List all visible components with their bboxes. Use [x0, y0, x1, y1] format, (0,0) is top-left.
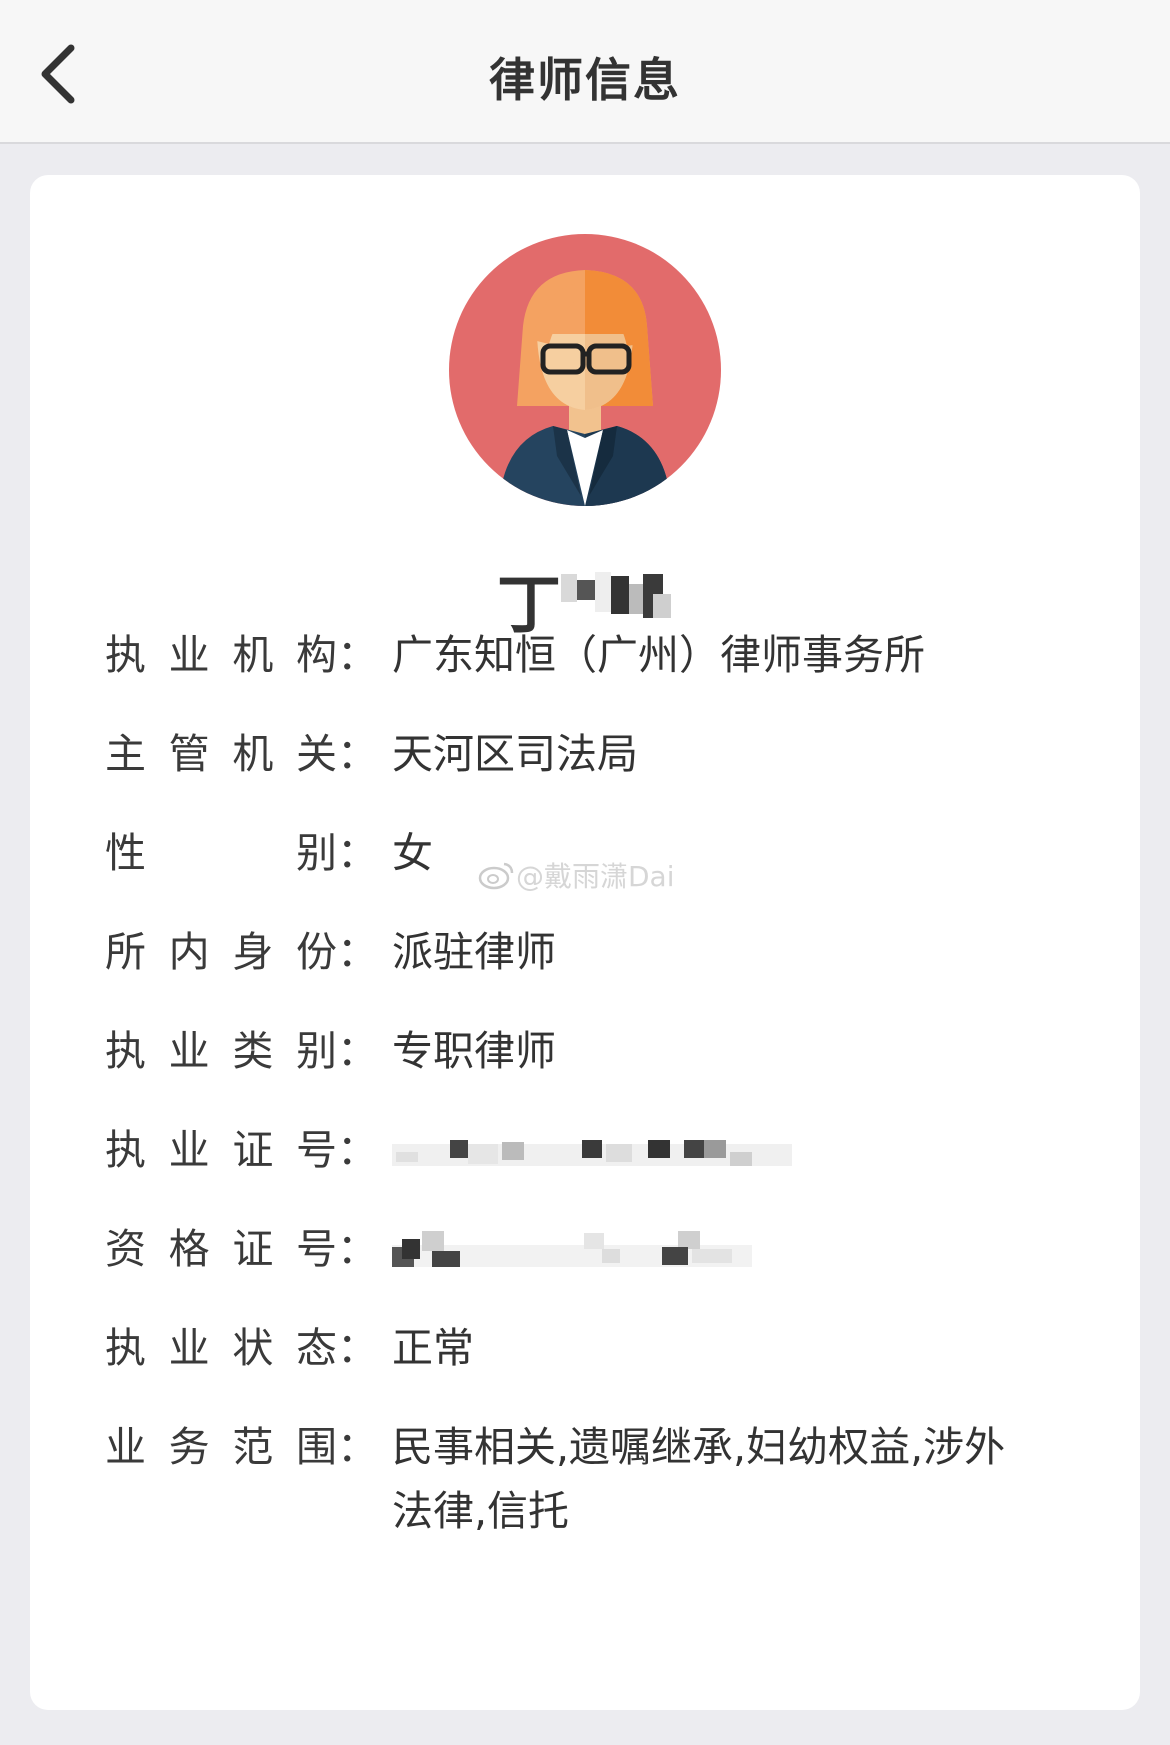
field-label: 主管机关 [105, 730, 337, 778]
field-value: 派驻律师 [392, 928, 556, 976]
field-row-practice-type: 执业类别 ： 专职律师 [105, 1019, 1095, 1083]
field-value: 正常 [392, 1324, 474, 1372]
field-row-organization: 执业机构 ： 广东知恒（广州）律师事务所 [105, 623, 1095, 687]
female-lawyer-avatar-icon [449, 234, 721, 506]
field-value: 广东知恒（广州）律师事务所 [392, 631, 925, 679]
field-row-qualification-number: 资格证号 ： [105, 1217, 1095, 1281]
page-title: 律师信息 [489, 53, 681, 107]
field-row-practice-status: 执业状态 ： 正常 [105, 1316, 1095, 1380]
field-label: 性别 [105, 829, 337, 877]
field-row-authority: 主管机关 ： 天河区司法局 [105, 722, 1095, 786]
field-label: 执业证号 [105, 1126, 337, 1174]
field-label: 业务范围 [105, 1423, 337, 1471]
field-label: 所内身份 [105, 928, 337, 976]
field-label: 执业状态 [105, 1324, 337, 1372]
field-value: 民事相关,遗嘱继承,妇幼权益,涉外 法律,信托 [392, 1423, 1006, 1535]
field-value: 天河区司法局 [392, 730, 638, 778]
field-label: 资格证号 [105, 1225, 337, 1273]
field-label: 执业类别 [105, 1027, 337, 1075]
license-number-mosaic [392, 1118, 1095, 1182]
watermark: @戴雨潇Dai [478, 855, 675, 895]
weibo-icon [478, 862, 514, 890]
field-row-role: 所内身份 ： 派驻律师 [105, 920, 1095, 984]
navigation-bar: 律师信息 [0, 0, 1170, 144]
field-label: 执业机构 [105, 631, 337, 679]
field-row-license-number: 执业证号 ： [105, 1118, 1095, 1182]
qualification-number-mosaic [392, 1217, 1095, 1281]
lawyer-info-card: 丁 执业机构 ： 广东知恒（广州）律师事务所 主管机关 ： 天河区司法局 性 别… [30, 175, 1140, 1710]
field-row-business-scope: 业务范围 ： 民事相关,遗嘱继承,妇幼权益,涉外 法律,信托 [105, 1415, 1095, 1543]
field-value: 专职律师 [392, 1027, 556, 1075]
